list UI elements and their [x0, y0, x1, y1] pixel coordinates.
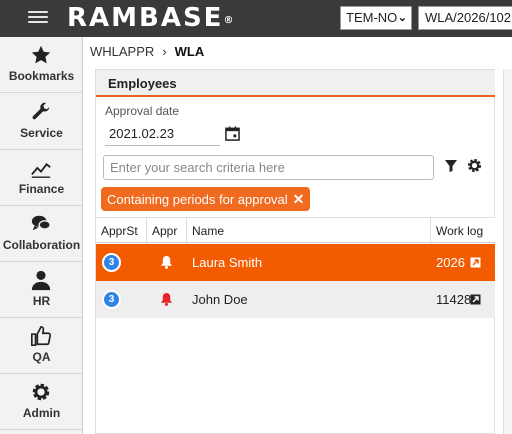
- sidebar-item-label: Service: [20, 126, 63, 140]
- table-row[interactable]: 3 Laura Smith 2026: [96, 244, 495, 281]
- sidebar-item-service[interactable]: Service: [0, 94, 83, 150]
- sidebar-item-hr[interactable]: HR: [0, 262, 83, 318]
- column-header-work-log[interactable]: Work log: [436, 224, 483, 238]
- trend-icon: [31, 163, 51, 178]
- approval-date-input[interactable]: 2021.02.23: [105, 122, 220, 146]
- breadcrumb-parent[interactable]: WHLAPPR: [90, 44, 154, 59]
- status-badge: 3: [102, 290, 121, 309]
- sidebar-item-label: Collaboration: [2, 238, 81, 252]
- work-log-value: 11428: [436, 292, 472, 307]
- status-badge: 3: [102, 253, 121, 272]
- column-header-name[interactable]: Name: [192, 224, 224, 238]
- top-bar: RAMBASE® TEM-NO ⌄ WLA/2026/102: [0, 0, 512, 37]
- filter-icon[interactable]: [444, 159, 458, 173]
- sidebar-item-label: Bookmarks: [8, 69, 75, 83]
- employee-name: John Doe: [192, 292, 248, 307]
- breadcrumb: WHLAPPR › WLA: [90, 44, 204, 59]
- star-icon: [31, 45, 51, 64]
- menu-icon[interactable]: [28, 8, 48, 28]
- filter-chip-label: Containing periods for approval: [107, 192, 288, 207]
- external-link-icon[interactable]: [470, 294, 481, 305]
- company-select[interactable]: TEM-NO ⌄: [340, 6, 412, 30]
- search-input[interactable]: Enter your search criteria here: [103, 155, 434, 180]
- gear-icon: [32, 383, 50, 401]
- employee-name: Laura Smith: [192, 255, 263, 270]
- external-link-icon[interactable]: [470, 257, 481, 268]
- sidebar-item-qa[interactable]: QA: [0, 318, 83, 374]
- work-log-value: 2026: [436, 255, 465, 270]
- employees-panel: Employees Approval date 2021.02.23 Enter…: [95, 69, 495, 434]
- panel-header: Employees: [96, 70, 495, 97]
- sidebar-item-label: HR: [32, 294, 51, 308]
- wrench-icon: [32, 102, 50, 120]
- chevron-down-icon: ⌄: [397, 12, 407, 24]
- breadcrumb-current: WLA: [174, 44, 205, 59]
- sidebar-item-admin[interactable]: Admin: [0, 374, 83, 430]
- right-pane-edge: [503, 69, 512, 434]
- thumbs-up-icon: [31, 326, 51, 346]
- logo[interactable]: RAMBASE®: [67, 2, 233, 34]
- sidebar: Bookmarks Service Finance Collaboration …: [0, 37, 83, 434]
- column-header-apprst[interactable]: ApprSt: [101, 224, 138, 238]
- grid-header: ApprSt Appr Name Work log: [96, 217, 495, 243]
- person-icon: [31, 270, 51, 291]
- close-icon[interactable]: ✕: [293, 187, 305, 211]
- settings-gear-icon[interactable]: [467, 158, 482, 173]
- bell-icon: [160, 292, 173, 306]
- chat-icon: [31, 215, 51, 231]
- bell-icon: [160, 255, 173, 269]
- filter-chip[interactable]: Containing periods for approval ✕: [101, 187, 311, 211]
- sidebar-item-label: Admin: [22, 406, 61, 420]
- sidebar-item-finance[interactable]: Finance: [0, 150, 83, 206]
- panel-title: Employees: [108, 76, 177, 91]
- sidebar-item-bookmarks[interactable]: Bookmarks: [0, 37, 83, 93]
- sidebar-item-label: Finance: [18, 182, 65, 196]
- sidebar-item-collaboration[interactable]: Collaboration: [0, 206, 83, 262]
- sidebar-item-label: QA: [32, 350, 51, 364]
- quick-nav-input[interactable]: WLA/2026/102: [418, 6, 512, 30]
- approval-date-label: Approval date: [105, 104, 180, 118]
- table-row[interactable]: 3 John Doe 11428: [96, 281, 495, 318]
- column-header-appr[interactable]: Appr: [152, 224, 177, 238]
- breadcrumb-separator: ›: [162, 44, 167, 59]
- calendar-icon[interactable]: [225, 126, 240, 141]
